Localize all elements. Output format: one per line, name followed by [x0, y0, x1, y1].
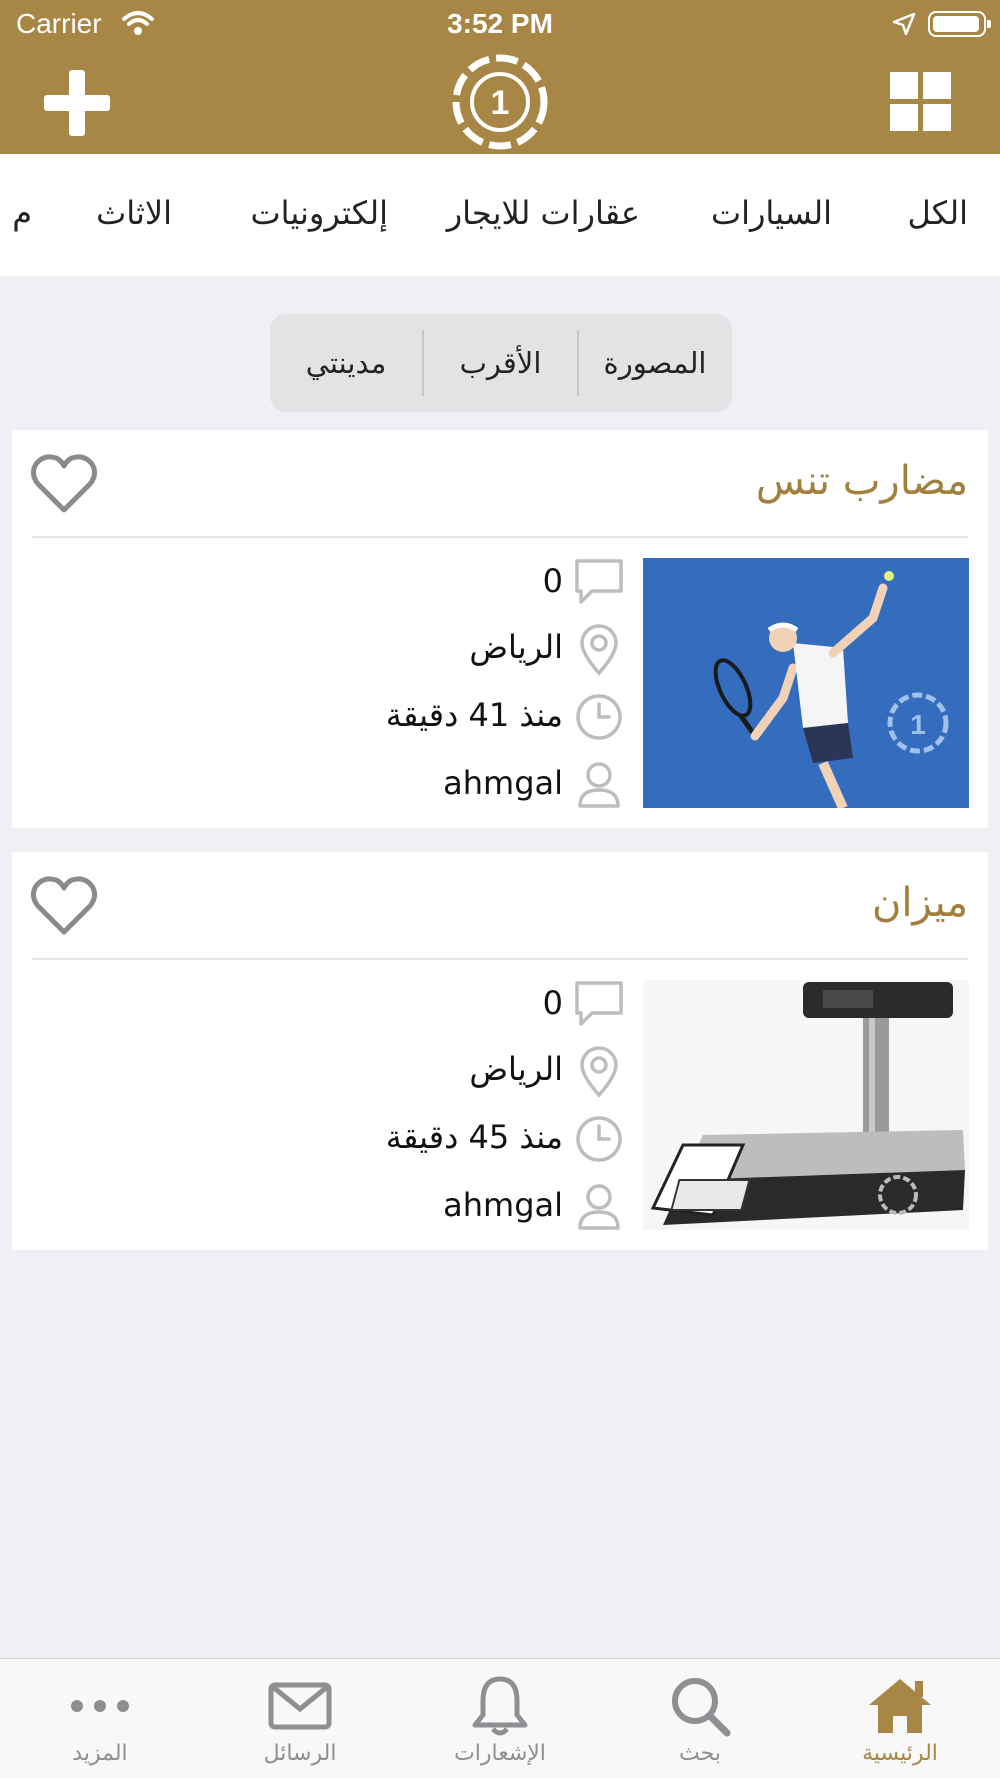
clock-icon [576, 694, 622, 740]
clock-icon [576, 1116, 622, 1162]
listing-city: الرياض [469, 1050, 563, 1088]
more-dots-icon [71, 1700, 129, 1712]
tab-search-label: بحث [679, 1741, 721, 1766]
bell-icon [472, 1676, 528, 1736]
bottom-tab-bar: الرئيسية بحث الإشعارات الرسائل المزيد [0, 1658, 1000, 1778]
tab-more[interactable]: المزيد [0, 1659, 200, 1778]
tab-notifications-label: الإشعارات [454, 1741, 546, 1766]
listing-time: منذ 45 دقيقة [385, 1118, 563, 1156]
app-logo: 1 [452, 54, 548, 150]
filter-nearest[interactable]: الأقرب [424, 314, 577, 412]
listing-card[interactable]: مضارب تنس 0 الرياض منذ 41 دقيقة ahmgal 1 [12, 430, 988, 828]
favorite-heart-icon[interactable] [28, 452, 100, 516]
listing-user: ahmgal [443, 764, 563, 802]
tab-home-label: الرئيسية [862, 1741, 938, 1766]
listing-title[interactable]: ميزان [872, 880, 968, 926]
comment-icon [575, 559, 623, 604]
comment-count: 0 [542, 562, 563, 600]
listing-title[interactable]: مضارب تنس [756, 458, 968, 504]
listing-card[interactable]: ميزان 0 الرياض منذ 45 دقيقة ahmgal [12, 852, 988, 1250]
favorite-heart-icon[interactable] [28, 874, 100, 938]
listing-time: منذ 41 دقيقة [385, 696, 563, 734]
comment-icon [575, 981, 623, 1026]
svg-text:1: 1 [910, 709, 926, 740]
category-all[interactable]: الكل [907, 194, 968, 232]
envelope-icon [268, 1682, 332, 1730]
tennis-player-photo[interactable]: 1 [643, 558, 969, 808]
tab-search[interactable]: بحث [600, 1659, 800, 1778]
user-icon [578, 762, 620, 808]
category-more[interactable]: م [12, 194, 32, 232]
category-furniture[interactable]: الاثاث [96, 194, 172, 232]
comment-count: 0 [542, 984, 563, 1022]
search-icon [672, 1678, 731, 1737]
tab-messages-label: الرسائل [263, 1741, 337, 1766]
filter-photographed[interactable]: المصورة [578, 314, 732, 412]
listing-city: الرياض [469, 628, 563, 666]
filter-my-city[interactable]: مدينتي [270, 314, 422, 412]
filter-segmented-control: المصورة الأقرب مدينتي [270, 314, 732, 412]
card-divider [32, 958, 968, 960]
tab-messages[interactable]: الرسائل [200, 1659, 400, 1778]
category-cars[interactable]: السيارات [711, 194, 832, 232]
home-icon [869, 1679, 931, 1733]
status-bar: Carrier 3:52 PM [0, 0, 1000, 50]
tab-notifications[interactable]: الإشعارات [400, 1659, 600, 1778]
user-icon [578, 1184, 620, 1230]
tab-more-label: المزيد [72, 1741, 128, 1766]
location-pin-icon [580, 1046, 618, 1098]
category-tabs: الكل السيارات عقارات للايجار إلكترونيات … [0, 154, 1000, 276]
grid-view-button[interactable] [890, 72, 952, 132]
category-rentals[interactable]: عقارات للايجار [447, 194, 640, 232]
app-header: Carrier 3:52 PM 1 [0, 0, 1000, 154]
status-time: 3:52 PM [447, 8, 553, 39]
listing-user: ahmgal [443, 1186, 563, 1224]
category-electronics[interactable]: إلكترونيات [250, 194, 388, 232]
tab-home[interactable]: الرئيسية [800, 1659, 1000, 1778]
battery-icon [928, 11, 991, 37]
svg-text:1: 1 [491, 84, 510, 122]
location-arrow-icon [892, 12, 916, 36]
location-pin-icon [580, 624, 618, 676]
add-listing-button[interactable] [44, 70, 110, 136]
digital-scale-photo[interactable] [643, 980, 969, 1230]
card-divider [32, 536, 968, 538]
